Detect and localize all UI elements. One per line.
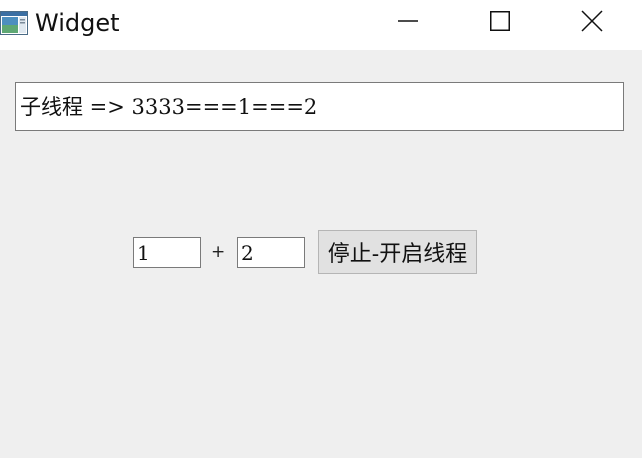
minimize-icon (398, 11, 418, 35)
plus-label: + (211, 242, 226, 262)
output-line-edit[interactable]: 子线程 => 3333===1===2 (15, 82, 624, 131)
maximize-button[interactable] (454, 0, 546, 46)
maximize-icon (490, 11, 510, 35)
minimize-button[interactable] (362, 0, 454, 46)
app-window-icon (0, 11, 28, 35)
toggle-thread-button[interactable]: 停止-开启线程 (318, 230, 477, 274)
close-icon (581, 10, 603, 36)
close-button[interactable] (546, 0, 638, 46)
window-title: Widget (35, 9, 120, 37)
title-bar[interactable]: Widget (0, 0, 642, 50)
widget-window: Widget 子线程 => 3333===1===2 1 + 2 停止-开启线程 (0, 0, 642, 458)
second-number-input[interactable]: 2 (237, 237, 305, 268)
output-text: 子线程 => 3333===1===2 (20, 95, 318, 119)
first-number-input[interactable]: 1 (133, 237, 201, 268)
